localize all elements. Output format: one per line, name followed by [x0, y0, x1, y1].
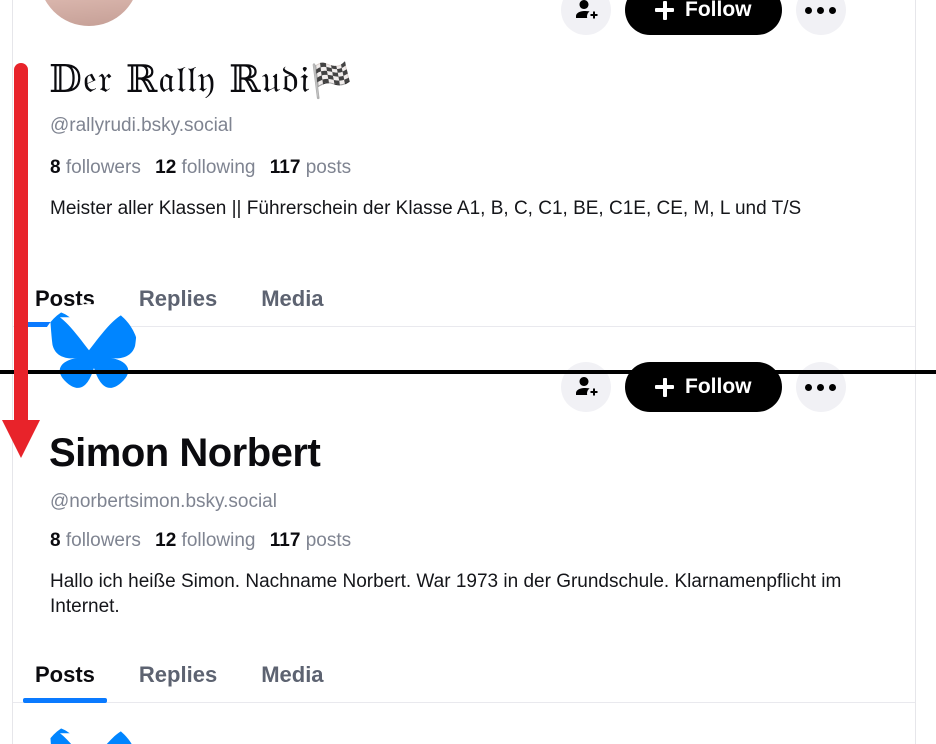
plus-icon [655, 377, 674, 397]
followers-count: 8 [50, 157, 61, 178]
more-dots-icon [805, 6, 836, 14]
follow-button-label: Follow [685, 0, 752, 21]
bluesky-butterfly-icon [39, 720, 139, 744]
display-name-text: Simon Norbert [49, 431, 321, 475]
following-label[interactable]: following [182, 157, 256, 178]
following-label[interactable]: following [182, 530, 256, 551]
screenshot-root: Follow 𝔻𝔢𝔯 ℝ𝔞𝔩𝔩𝔶 ℝ𝔲𝔡𝔦🏁 @rallyrudi.bsky.s… [0, 0, 936, 744]
more-options-button[interactable] [795, 0, 846, 35]
follow-button-label: Follow [685, 375, 752, 398]
avatar[interactable] [39, 720, 139, 744]
avatar[interactable] [39, 304, 139, 404]
handle: @norbertsimon.bsky.social [50, 491, 277, 512]
display-name: Simon Norbert [49, 431, 321, 475]
following-count: 12 [155, 157, 177, 178]
person-add-icon [574, 374, 598, 401]
profile-tabs: Posts Replies Media [13, 286, 915, 327]
profile-bio: Hallo ich heiße Simon. Nachname Norbert.… [50, 571, 842, 618]
following-count: 12 [155, 530, 177, 551]
follow-button[interactable]: Follow [625, 0, 782, 35]
followers-count: 8 [50, 530, 61, 551]
tab-replies[interactable]: Replies [117, 286, 239, 326]
more-dots-icon [805, 383, 836, 391]
plus-icon [655, 0, 674, 20]
tab-media-label: Media [261, 662, 324, 687]
profile-actions: Follow [561, 0, 846, 35]
person-add-icon [574, 0, 598, 24]
posts-label: posts [305, 530, 352, 551]
handle: @rallyrudi.bsky.social [50, 115, 233, 136]
tab-posts-label: Posts [35, 662, 95, 687]
profile-stats: 8 followers 12 following 117 posts [50, 157, 351, 179]
avatar-photo [39, 0, 139, 26]
tab-replies-label: Replies [138, 662, 218, 687]
posts-label: posts [305, 157, 352, 178]
tab-posts[interactable]: Posts [13, 662, 117, 703]
tab-media[interactable]: Media [239, 662, 345, 702]
display-name: 𝔻𝔢𝔯 ℝ𝔞𝔩𝔩𝔶 ℝ𝔲𝔡𝔦🏁 [49, 57, 354, 101]
tab-media[interactable]: Media [239, 286, 345, 326]
profile-stats: 8 followers 12 following 117 posts [50, 530, 351, 552]
add-user-button[interactable] [561, 0, 611, 35]
profile-tabs: Posts Replies Media [13, 662, 915, 703]
tab-replies-label: Replies [138, 286, 218, 311]
followers-label[interactable]: followers [66, 530, 141, 551]
posts-count: 117 [269, 530, 301, 551]
checkered-flag-icon: 🏁 [310, 61, 354, 101]
display-name-text: 𝔻𝔢𝔯 ℝ𝔞𝔩𝔩𝔶 ℝ𝔲𝔡𝔦 [49, 57, 311, 101]
avatar[interactable] [39, 0, 139, 26]
tab-replies[interactable]: Replies [117, 662, 239, 702]
posts-count: 117 [269, 157, 301, 178]
profile-bio: Meister aller Klassen || Führerschein de… [50, 198, 802, 219]
bluesky-butterfly-icon [39, 304, 139, 404]
followers-label[interactable]: followers [66, 157, 141, 178]
black-divider-line [0, 370, 936, 374]
tab-media-label: Media [261, 286, 324, 311]
